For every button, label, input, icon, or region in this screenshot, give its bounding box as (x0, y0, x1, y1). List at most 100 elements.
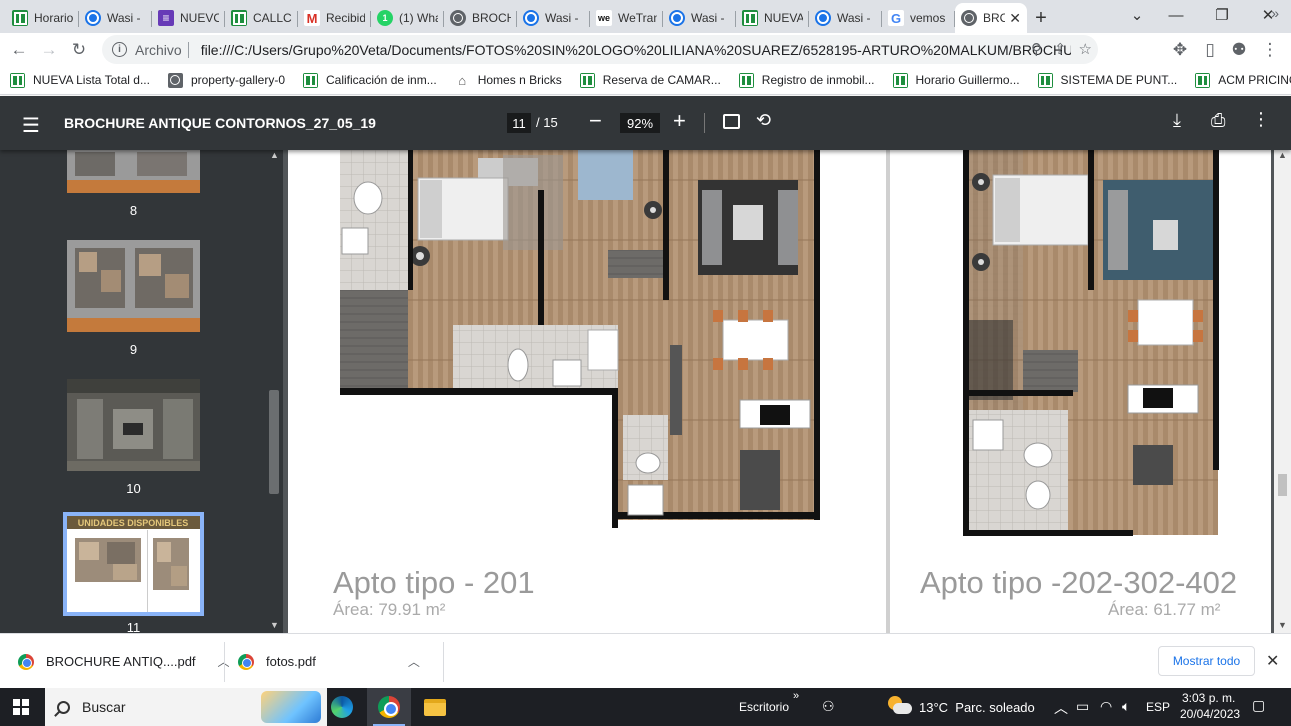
profile-button[interactable]: ⚉ (1224, 35, 1254, 65)
share-icon[interactable]: ⇪ (1054, 40, 1067, 58)
taskbar-file-explorer[interactable] (413, 688, 457, 726)
forward-button[interactable]: → (34, 35, 64, 65)
notifications-icon[interactable]: ▢ (1252, 697, 1265, 714)
wifi-icon[interactable]: ◠ (1100, 698, 1112, 715)
page-number-input[interactable]: 11 (507, 113, 531, 133)
floor-plan-201 (340, 150, 820, 528)
browser-tab[interactable]: we WeTran (590, 3, 663, 33)
main-scrollbar[interactable]: ▲ ▼ (1274, 150, 1291, 633)
bookmark-item[interactable]: ⌂ Homes n Bricks (455, 73, 561, 88)
bookmark-item[interactable]: Registro de inmobil... (738, 72, 875, 88)
clock-date[interactable]: 20/04/2023 (1180, 707, 1240, 721)
chevron-up-icon[interactable]: ︿ (1054, 698, 1068, 718)
bookmark-item[interactable]: SISTEMA DE PUNT... (1037, 72, 1177, 88)
show-all-button[interactable]: Mostrar todo (1158, 646, 1255, 676)
info-icon[interactable]: i (112, 42, 127, 57)
browser-tab[interactable]: Wasi - (663, 3, 736, 33)
download-item[interactable]: BROCHURE ANTIQ....pdf ︿ (18, 634, 230, 689)
download-icon[interactable]: ⤓ (1173, 110, 1181, 131)
volume-icon[interactable]: 🔈︎ (1122, 698, 1130, 715)
new-tab-button[interactable]: + (1027, 3, 1055, 33)
browser-tab[interactable]: NUEVO (152, 3, 225, 33)
zoom-icon[interactable]: ⚲ (1031, 40, 1042, 58)
bookmarks-overflow-icon[interactable]: » (1271, 5, 1279, 21)
star-icon[interactable]: ☆ (1079, 40, 1092, 58)
clock-time[interactable]: 3:03 p. m. (1182, 691, 1235, 705)
browser-tab[interactable]: BRC ✕ (955, 3, 1027, 33)
address-bar[interactable]: i Archivo file:///C:/Users/Grupo%20Veta/… (102, 35, 1098, 64)
fit-page-icon[interactable] (723, 114, 740, 129)
scrollbar-thumb[interactable] (1278, 474, 1287, 496)
language-indicator[interactable]: ESP (1146, 700, 1170, 714)
browser-tab[interactable]: Gvemos (882, 3, 955, 33)
desktop-toolbar-label[interactable]: Escritorio (739, 700, 789, 714)
print-icon[interactable]: ⎙ (1211, 110, 1225, 131)
download-item[interactable]: fotos.pdf ︿ (238, 634, 420, 689)
taskbar-edge[interactable] (320, 688, 364, 726)
thumbnail-label: 10 (126, 481, 141, 496)
chevron-up-icon[interactable]: ︿ (408, 653, 420, 670)
bookmark-item[interactable]: Reserva de CAMAR... (579, 72, 721, 88)
scroll-down-icon[interactable]: ▼ (270, 620, 279, 630)
side-panel-button[interactable]: ▯ (1195, 35, 1225, 65)
browser-tab[interactable]: Wasi - (809, 3, 882, 33)
reload-button[interactable]: ↻ (64, 35, 94, 65)
browser-tab[interactable]: NUEVA (736, 3, 809, 33)
restore-button[interactable]: ❐ (1199, 0, 1245, 30)
extensions-button[interactable]: ✥ (1165, 35, 1195, 65)
scroll-up-icon[interactable]: ▲ (270, 150, 279, 160)
browser-tab[interactable]: Wasi - (517, 3, 590, 33)
hamburger-menu-icon[interactable]: ☰ (22, 113, 40, 138)
pdf-more-icon[interactable]: ⋮ (1252, 109, 1270, 130)
chrome-icon (378, 696, 400, 718)
bookmark-item[interactable]: Calificación de inm... (303, 72, 437, 88)
thumbnail-page-9[interactable] (67, 240, 200, 332)
thumbnail-page-11[interactable]: UNIDADES DISPONIBLES (63, 512, 204, 616)
bookmark-item[interactable]: Horario Guillermo... (892, 72, 1020, 88)
browser-tab[interactable]: Wasi - (79, 3, 152, 33)
bookmark-item[interactable]: property-gallery-0 (167, 72, 285, 88)
sheets-icon (231, 10, 247, 26)
scrollbar-thumb[interactable] (269, 390, 279, 494)
browser-tab[interactable]: Horario (6, 3, 79, 33)
pdf-canvas[interactable]: Apto tipo - 201 Área: 79.91 m² Apto tipo… (283, 150, 1274, 633)
search-icon (57, 700, 70, 714)
zoom-input[interactable]: 92% (620, 113, 660, 133)
minimize-button[interactable]: — (1153, 0, 1199, 30)
browser-tab[interactable]: BROCH (444, 3, 517, 33)
thumbnail-page-8[interactable] (67, 150, 200, 193)
tab-title: BRC (983, 11, 1006, 25)
tab-title: (1) Wha (399, 11, 438, 25)
scroll-down-icon[interactable]: ▼ (1278, 620, 1287, 630)
close-tab-icon[interactable]: ✕ (1009, 10, 1021, 27)
back-button[interactable]: ← (4, 35, 34, 65)
zoom-in-icon[interactable]: + (673, 108, 686, 134)
close-icon[interactable]: ✕ (1266, 651, 1279, 671)
chevron-right-icon[interactable]: » (793, 690, 799, 702)
sheets-icon (303, 72, 318, 88)
battery-icon[interactable]: ▭ (1076, 698, 1089, 715)
weather-text[interactable]: 13°C Parc. soleado (919, 700, 1035, 715)
taskbar-search[interactable]: Buscar (45, 688, 327, 726)
thumbnail-page-10[interactable] (67, 379, 200, 471)
we-icon: we (596, 10, 612, 26)
sidebar-scrollbar[interactable]: ▲ ▼ (266, 150, 283, 633)
taskbar-chrome[interactable] (367, 688, 411, 726)
url-text[interactable]: file:///C:/Users/Grupo%20Veta/Documents/… (201, 42, 1071, 58)
weather-icon[interactable] (888, 696, 912, 716)
browser-tab[interactable]: M Recibid (298, 3, 371, 33)
bookmark-item[interactable]: NUEVA Lista Total d... (10, 72, 150, 88)
browser-menu-button[interactable]: ⋮ (1255, 35, 1285, 65)
download-filename: BROCHURE ANTIQ....pdf (46, 654, 196, 669)
browser-tab[interactable]: CALLCE (225, 3, 298, 33)
browser-tab[interactable]: 1 (1) Wha (371, 3, 444, 33)
people-icon[interactable]: ⚇ (822, 698, 835, 715)
close-window-button[interactable]: ✕ (1245, 0, 1291, 30)
windows-start-icon[interactable] (13, 699, 29, 715)
rotate-icon[interactable]: ⟲ (756, 110, 771, 131)
zoom-out-icon[interactable]: − (589, 108, 602, 134)
scroll-up-icon[interactable]: ▲ (1278, 150, 1287, 160)
google-icon: G (888, 10, 904, 26)
wasi-icon (815, 10, 831, 26)
bookmark-item[interactable]: ACM PRICING ALG... (1195, 72, 1291, 88)
